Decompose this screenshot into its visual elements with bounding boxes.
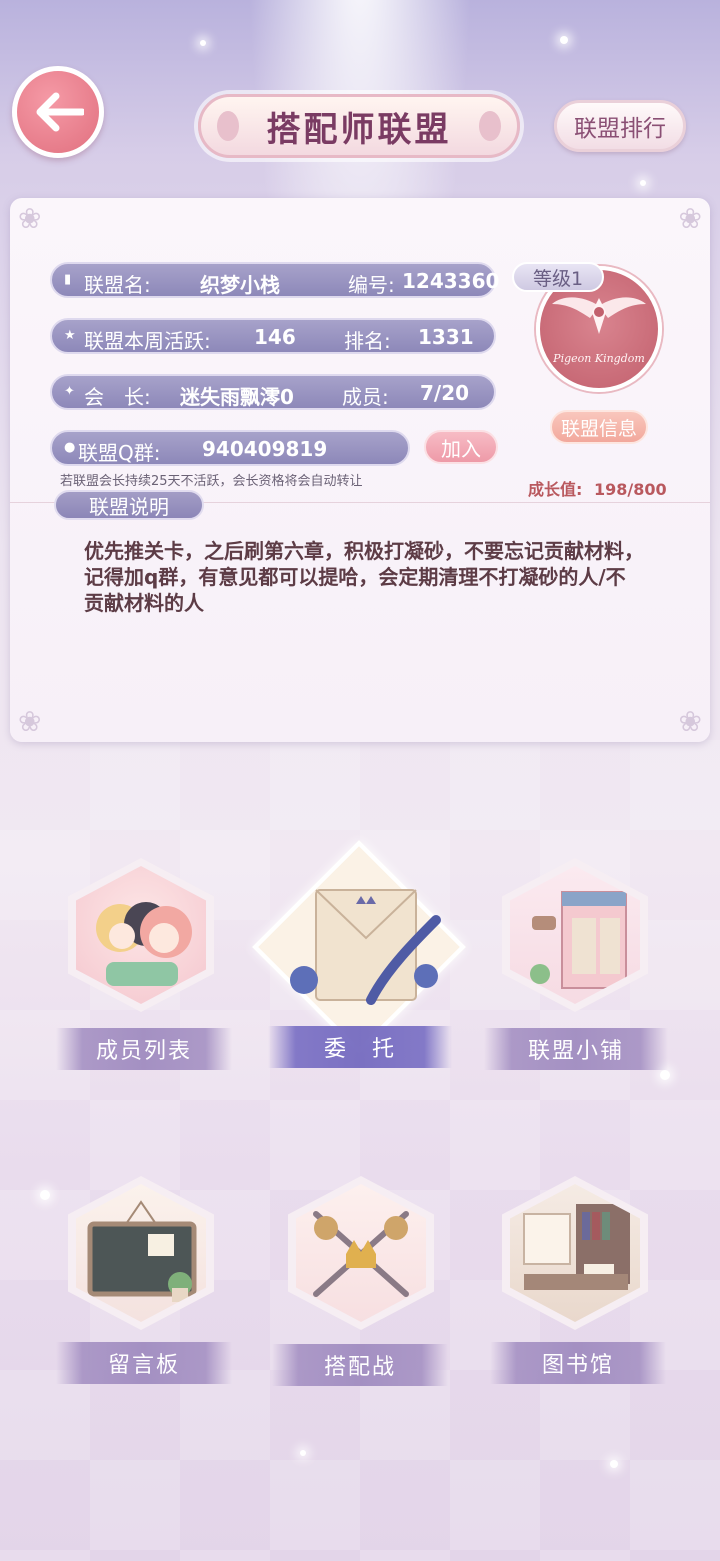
weekly-activity-value: 146	[254, 325, 296, 349]
weekly-activity-label: 联盟本周活跃:	[84, 329, 211, 353]
alliance-id-value: 1243360	[402, 269, 500, 293]
alliance-level-badge: 等级1	[512, 262, 604, 292]
rank-label: 排名:	[344, 329, 391, 353]
growth-number: 198/800	[593, 480, 667, 499]
sparkle	[200, 40, 206, 46]
leader-label: 会 长:	[84, 385, 151, 409]
back-button[interactable]	[12, 66, 104, 158]
tab-members-list[interactable]: 成员列表	[56, 1028, 232, 1070]
qq-group-value: 940409819	[202, 437, 328, 461]
sparkle	[640, 180, 646, 186]
tab-alliance-shop[interactable]: 联盟小铺	[484, 1028, 668, 1070]
members-label: 成员:	[342, 385, 389, 409]
title-ornament-left	[217, 111, 239, 141]
message-board-tile[interactable]	[56, 1168, 226, 1338]
alliance-name-row: ▮ 联盟名: 织梦小栈 编号: 1243360	[50, 262, 500, 298]
leader-value: 迷失雨飘澪0	[180, 385, 294, 409]
tab-commission[interactable]: 委 托	[268, 1026, 452, 1068]
rose-ornament-icon: ❀	[18, 705, 42, 738]
commission-tile[interactable]	[276, 860, 446, 1030]
back-arrow-icon	[36, 92, 84, 132]
alliance-info-button[interactable]: 联盟信息	[550, 410, 648, 444]
styling-battle-tile[interactable]	[276, 1168, 446, 1338]
leader-transfer-note: 若联盟会长持续25天不活跃，会长资格将会自动转让	[60, 474, 363, 489]
tab-styling-battle[interactable]: 搭配战	[272, 1344, 448, 1386]
alliance-shop-tile[interactable]	[490, 850, 660, 1020]
star-icon: ★	[64, 328, 76, 343]
alliance-name-label: 联盟名:	[84, 273, 151, 297]
library-tile[interactable]	[490, 1168, 660, 1338]
title-plate: 搭配师联盟	[198, 94, 520, 158]
letter-quill-icon	[290, 889, 441, 1005]
rose-ornament-icon: ❀	[678, 202, 702, 235]
book-icon: ▮	[64, 272, 72, 287]
weekly-activity-row: ★ 联盟本周活跃: 146 排名: 1331	[50, 318, 496, 354]
sparkle	[560, 36, 568, 44]
emblem-text: Pigeon Kingdom	[553, 352, 645, 365]
alliance-id-label: 编号:	[348, 273, 395, 297]
sparkle	[300, 1450, 306, 1456]
sparkle-icon: ✦	[64, 384, 75, 399]
growth-label: 成长值:	[528, 480, 583, 499]
rose-ornament-icon: ❀	[678, 705, 702, 738]
sparkle	[40, 1190, 50, 1200]
sparkle	[610, 1460, 618, 1468]
rose-ornament-icon: ❀	[18, 202, 42, 235]
alliance-ranking-button[interactable]: 联盟排行	[554, 100, 686, 152]
chat-bubble-icon: ●	[64, 440, 76, 455]
rank-value: 1331	[418, 325, 474, 349]
qq-group-row: ● 联盟Q群: 940409819	[50, 430, 410, 466]
leader-row: ✦ 会 长: 迷失雨飘澪0 成员: 7/20	[50, 374, 496, 410]
page-title: 搭配师联盟	[266, 109, 452, 150]
description-header: 联盟说明	[54, 490, 204, 520]
join-qq-button[interactable]: 加入	[424, 430, 498, 464]
title-ornament-right	[479, 111, 501, 141]
members-list-tile[interactable]	[56, 850, 226, 1020]
qq-group-label: 联盟Q群:	[78, 441, 161, 465]
tab-message-board[interactable]: 留言板	[56, 1342, 232, 1384]
sparkle	[660, 1070, 670, 1080]
alliance-name-value: 织梦小栈	[200, 273, 280, 297]
members-value: 7/20	[420, 381, 470, 405]
growth-value: 成长值: 198/800	[528, 476, 667, 500]
tab-library[interactable]: 图书馆	[490, 1342, 666, 1384]
alliance-description: 优先推关卡，之后刷第六章，积极打凝砂，不要忘记贡献材料，记得加q群，有意见都可以…	[84, 539, 644, 615]
